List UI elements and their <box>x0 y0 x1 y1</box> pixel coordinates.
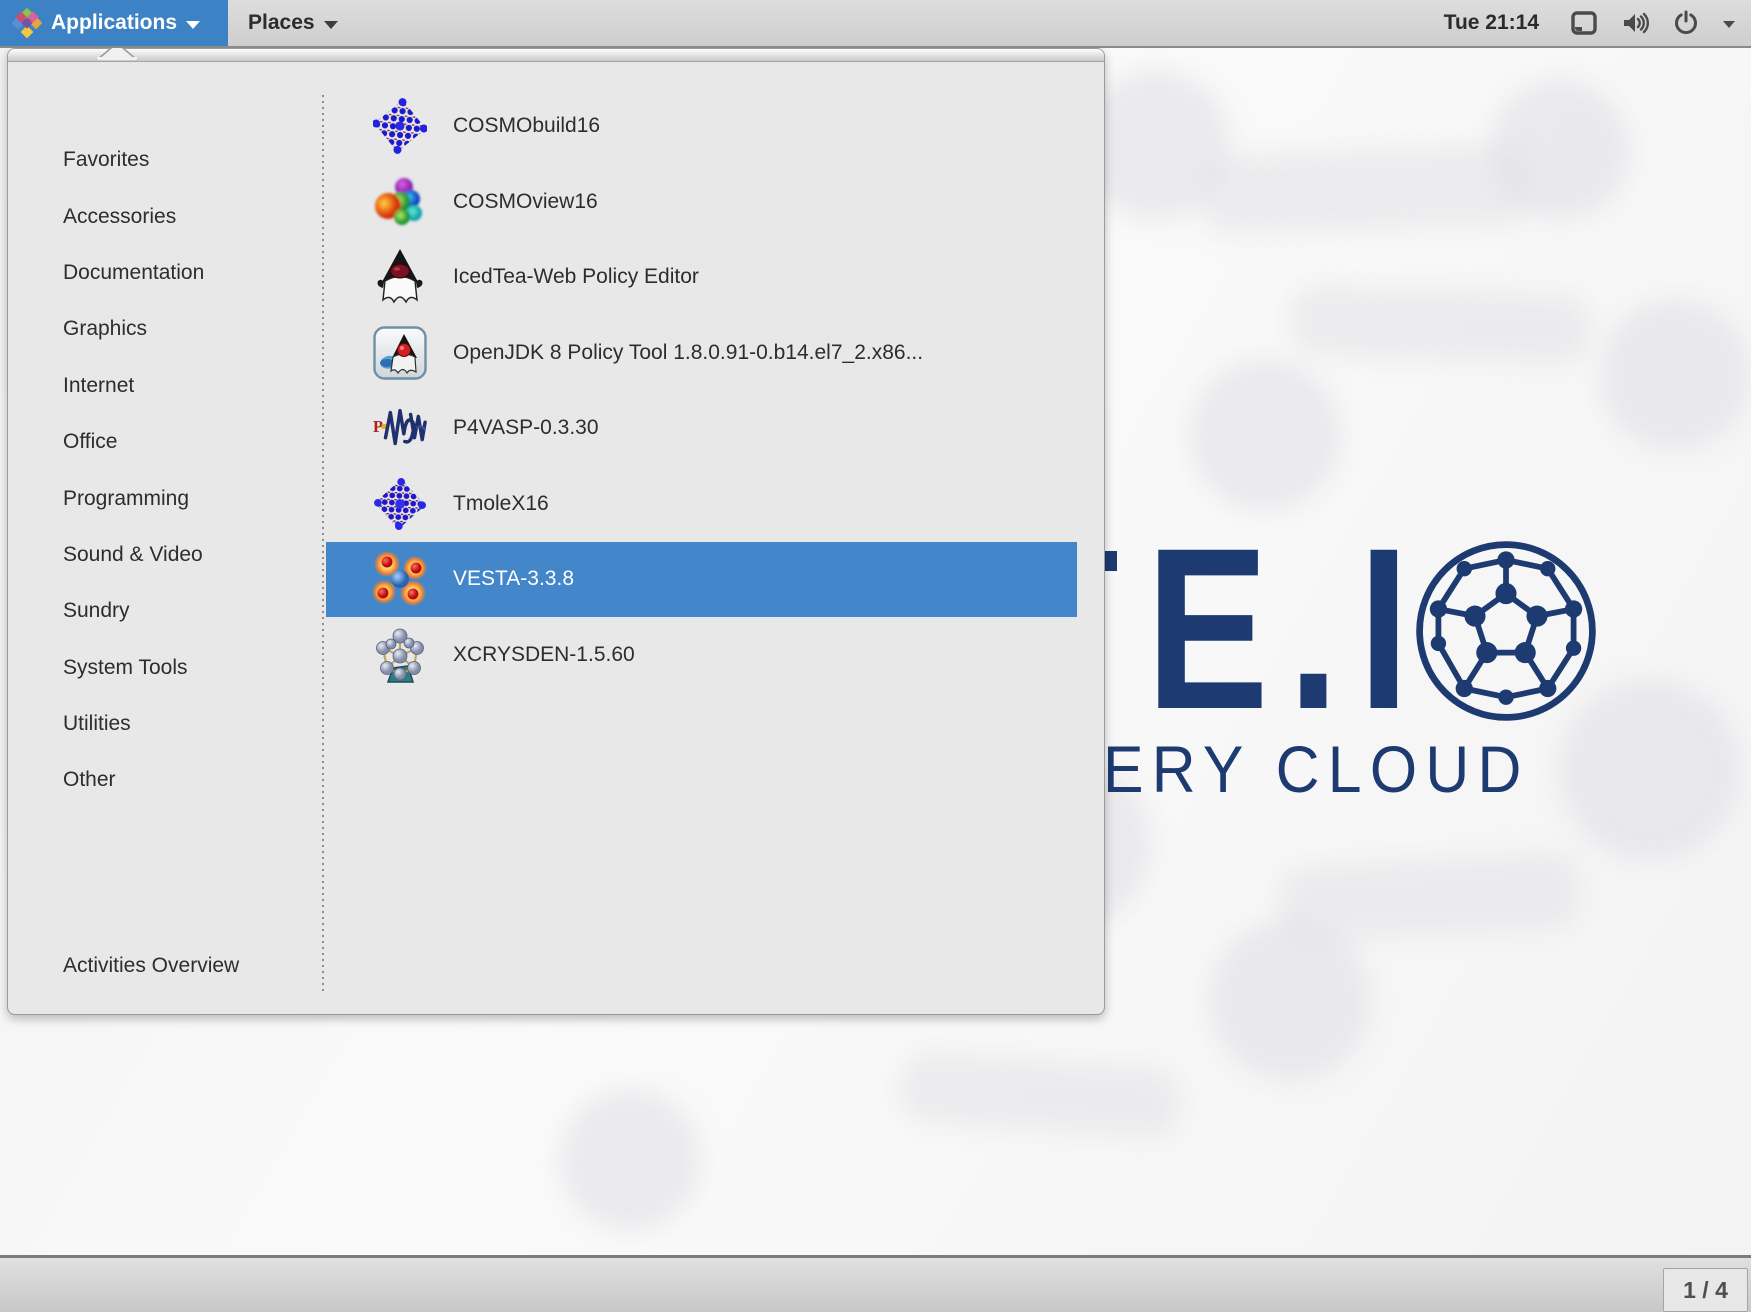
duke-icon <box>372 249 428 305</box>
crystal-lattice-icon <box>372 98 428 154</box>
app-item-openjdk-policy-tool[interactable]: OpenJDK 8 Policy Tool 1.8.0.91-0.b14.el7… <box>326 315 1077 391</box>
app-item-vesta[interactable]: VESTA-3.3.8 <box>326 542 1077 618</box>
app-item-p4vasp[interactable]: P P4VASP-0.3.30 <box>326 391 1077 467</box>
category-system-tools[interactable]: System Tools <box>8 640 318 696</box>
app-label: COSMObuild16 <box>453 114 600 138</box>
tetrahedral-molecule-icon <box>372 551 428 607</box>
category-graphics[interactable]: Graphics <box>8 301 318 357</box>
app-label: TmoleX16 <box>453 492 549 516</box>
applications-menu-button[interactable]: Applications <box>0 0 228 46</box>
category-list: Favorites Accessories Documentation Grap… <box>8 132 318 809</box>
app-item-icedtea-web-policy-editor[interactable]: IcedTea-Web Policy Editor <box>326 240 1077 316</box>
applications-menu-panel: Favorites Accessories Documentation Grap… <box>7 48 1105 1015</box>
dotted-separator <box>322 93 324 991</box>
places-menu-button[interactable]: Places <box>228 0 360 46</box>
category-sound-video[interactable]: Sound & Video <box>8 527 318 583</box>
category-internet[interactable]: Internet <box>8 358 318 414</box>
app-label: IcedTea-Web Policy Editor <box>453 265 699 289</box>
svg-text:P: P <box>373 417 383 436</box>
app-label: OpenJDK 8 Policy Tool 1.8.0.91-0.b14.el7… <box>453 341 923 365</box>
desktop-screen: E.I ERY CLOUD <box>0 0 1751 1312</box>
crystal-lattice-icon <box>372 476 428 532</box>
atom-cluster-icon <box>372 627 428 683</box>
app-item-xcrysden[interactable]: XCRYSDEN-1.5.60 <box>326 617 1077 693</box>
logo-subtext: ERY CLOUD <box>1103 731 1530 807</box>
app-label: P4VASP-0.3.30 <box>453 416 599 440</box>
app-item-cosmobuild16[interactable]: COSMObuild16 <box>326 89 1077 165</box>
category-accessories[interactable]: Accessories <box>8 188 318 244</box>
panel-top-band <box>8 49 1104 62</box>
category-other[interactable]: Other <box>8 752 318 808</box>
activities-overview-button[interactable]: Activities Overview <box>63 950 239 982</box>
chevron-down-icon <box>186 21 200 29</box>
category-sundry[interactable]: Sundry <box>8 583 318 639</box>
places-label: Places <box>248 11 315 35</box>
logo-text: E.I <box>1146 538 1429 720</box>
power-icon[interactable] <box>1673 10 1699 36</box>
category-office[interactable]: Office <box>8 414 318 470</box>
app-list: COSMObuild16 <box>326 89 1077 693</box>
applications-label: Applications <box>51 11 177 35</box>
app-label: COSMOview16 <box>453 190 598 214</box>
rainbow-molecule-icon <box>372 174 428 230</box>
top-bar: Applications Places Tue 21:14 <box>0 0 1751 48</box>
fullerene-ball-icon <box>1410 533 1602 729</box>
duke-framed-icon <box>372 325 428 381</box>
workspace-indicator[interactable]: 1 / 4 <box>1663 1268 1748 1312</box>
volume-icon[interactable] <box>1621 11 1649 35</box>
app-label: XCRYSDEN-1.5.60 <box>453 643 635 667</box>
system-status-area: Tue 21:14 <box>1444 0 1751 46</box>
app-item-tmolex16[interactable]: TmoleX16 <box>326 466 1077 542</box>
app-item-cosmoview16[interactable]: COSMOview16 <box>326 164 1077 240</box>
app-label: VESTA-3.3.8 <box>453 567 574 591</box>
chevron-down-icon <box>324 21 338 29</box>
category-documentation[interactable]: Documentation <box>8 245 318 301</box>
bottom-bar: 1 / 4 <box>0 1255 1751 1312</box>
window-icon[interactable] <box>1571 11 1597 35</box>
clock[interactable]: Tue 21:14 <box>1444 11 1539 35</box>
category-utilities[interactable]: Utilities <box>8 696 318 752</box>
category-favorites[interactable]: Favorites <box>8 132 318 188</box>
category-programming[interactable]: Programming <box>8 470 318 526</box>
chevron-down-icon[interactable] <box>1723 21 1735 28</box>
waveform-icon: P <box>372 400 428 456</box>
applications-icon <box>12 8 42 38</box>
